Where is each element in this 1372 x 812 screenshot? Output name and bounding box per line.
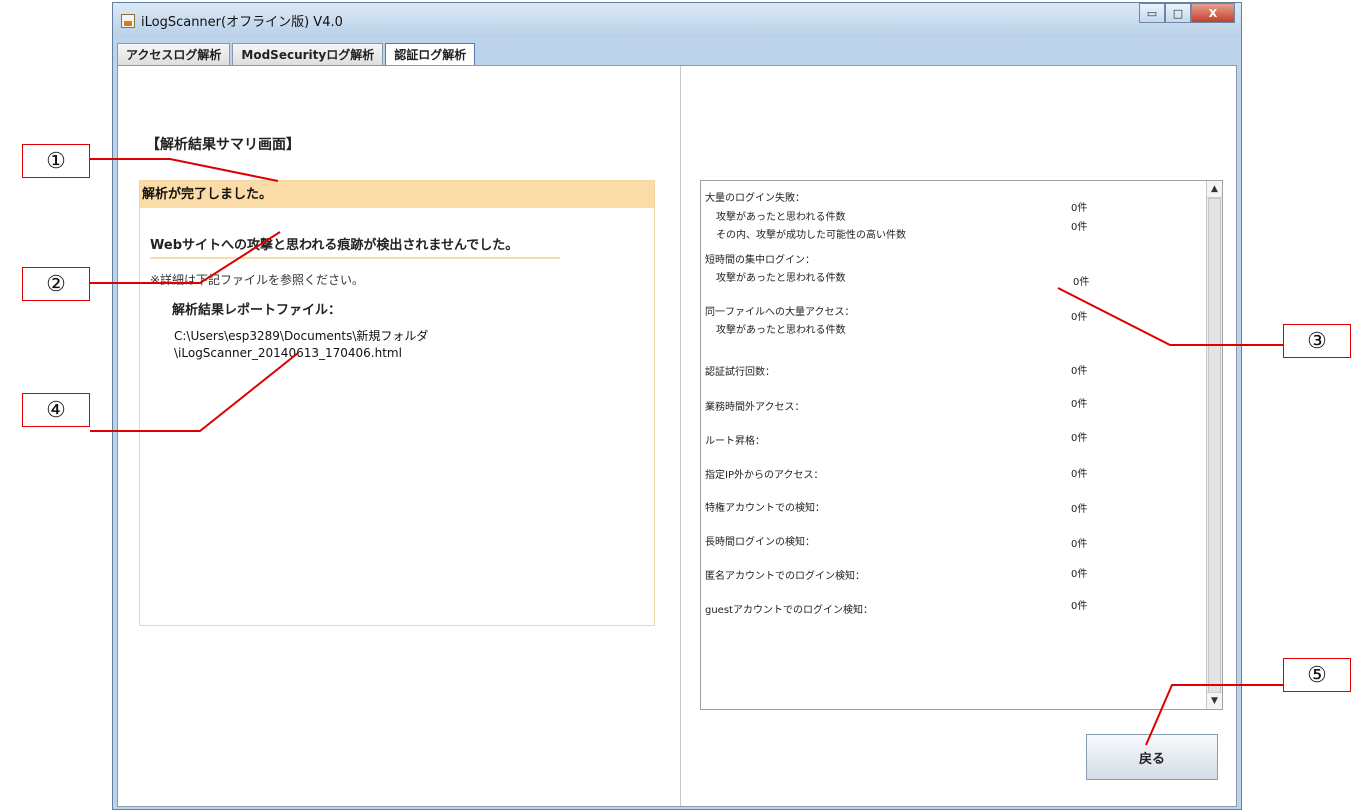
callout-1: ① <box>22 144 90 178</box>
result-panel: 解析が完了しました。 Webサイトへの攻撃と思われる痕跡が検出されませんでした。… <box>139 180 655 626</box>
tab-bar: アクセスログ解析 ModSecurityログ解析 認証ログ解析 <box>117 43 477 65</box>
report-file-path: C:\Users\esp3289\Documents\新規フォルダ \iLogS… <box>174 328 428 362</box>
minimize-button[interactable]: ▭ <box>1139 3 1165 23</box>
stat-long-login-label: 長時間ログインの検知： <box>705 537 815 548</box>
callout-4: ④ <box>22 393 90 427</box>
java-app-icon <box>121 14 135 28</box>
stat-burst-login-attack-label: 攻撃があったと思われる件数 <box>716 273 846 284</box>
status-header: 解析が完了しました。 <box>140 181 654 208</box>
report-path-line-2: \iLogScanner_20140613_170406.html <box>174 346 402 360</box>
callout-2: ② <box>22 267 90 301</box>
stat-mass-login-success-count: 0件 <box>1071 222 1088 233</box>
scroll-up-icon[interactable]: ▲ <box>1207 181 1222 198</box>
stat-mass-login-fail-label: 大量のログイン失敗： <box>705 193 805 204</box>
maximize-button[interactable]: □ <box>1165 3 1191 23</box>
stat-auth-attempts-label: 認証試行回数： <box>705 367 775 378</box>
stat-burst-login-label: 短時間の集中ログイン： <box>705 255 815 266</box>
vertical-scrollbar[interactable]: ▲ ▼ <box>1206 181 1222 709</box>
stat-privileged-account-label: 特権アカウントでの検知： <box>705 503 825 514</box>
result-message: Webサイトへの攻撃と思われる痕跡が検出されませんでした。 <box>150 238 519 253</box>
stat-non-designated-ip-label: 指定IP外からのアクセス： <box>705 470 824 481</box>
stat-off-hours-label: 業務時間外アクセス： <box>705 402 805 413</box>
stat-guest-login-label: guestアカウントでのログイン検知： <box>705 605 873 616</box>
window-title: iLogScanner(オフライン版) V4.0 <box>141 15 343 30</box>
callout-5: ⑤ <box>1283 658 1351 692</box>
stat-mass-login-attack-count: 0件 <box>1071 203 1088 214</box>
stat-anonymous-login-count: 0件 <box>1071 569 1088 580</box>
tab-auth-log[interactable]: 認証ログ解析 <box>385 43 476 65</box>
stat-same-file-count: 0件 <box>1071 312 1088 323</box>
back-button[interactable]: 戻る <box>1086 734 1218 780</box>
split-divider[interactable] <box>680 66 681 806</box>
report-path-line-1: C:\Users\esp3289\Documents\新規フォルダ <box>174 329 429 343</box>
stat-mass-login-success-label: その内、攻撃が成功した可能性の高い件数 <box>716 230 906 241</box>
stat-same-file-attack-label: 攻撃があったと思われる件数 <box>716 325 846 336</box>
stat-mass-login-attack-label: 攻撃があったと思われる件数 <box>716 212 846 223</box>
stat-anonymous-login-label: 匿名アカウントでのログイン検知： <box>705 571 865 582</box>
stat-non-designated-ip-count: 0件 <box>1071 469 1088 480</box>
close-button[interactable]: X <box>1191 3 1235 23</box>
scroll-thumb[interactable] <box>1208 198 1221 695</box>
tab-modsecurity-log[interactable]: ModSecurityログ解析 <box>232 43 384 65</box>
stat-root-escalation-label: ルート昇格： <box>705 436 765 447</box>
stat-auth-attempts-count: 0件 <box>1071 366 1088 377</box>
callout-3: ③ <box>1283 324 1351 358</box>
stat-burst-login-count: 0件 <box>1073 277 1090 288</box>
tab-access-log[interactable]: アクセスログ解析 <box>117 43 231 65</box>
stat-off-hours-count: 0件 <box>1071 399 1088 410</box>
stat-guest-login-count: 0件 <box>1071 601 1088 612</box>
report-file-label: 解析結果レポートファイル： <box>172 303 342 318</box>
message-underline <box>150 257 560 259</box>
stat-long-login-count: 0件 <box>1071 539 1088 550</box>
summary-heading: 【解析結果サマリ画面】 <box>146 137 300 153</box>
window-controls: ▭ □ X <box>1139 3 1235 25</box>
tab-content: 【解析結果サマリ画面】 解析が完了しました。 Webサイトへの攻撃と思われる痕跡… <box>117 65 1237 807</box>
stat-root-escalation-count: 0件 <box>1071 433 1088 444</box>
result-note: ※詳細は下記ファイルを参照ください。 <box>150 273 365 287</box>
scroll-down-icon[interactable]: ▼ <box>1207 692 1222 709</box>
stat-privileged-account-count: 0件 <box>1071 504 1088 515</box>
stat-same-file-label: 同一ファイルへの大量アクセス： <box>705 307 855 318</box>
title-bar[interactable]: iLogScanner(オフライン版) V4.0 ▭ □ X <box>113 3 1241 37</box>
stats-panel[interactable]: 大量のログイン失敗： 攻撃があったと思われる件数 0件 その内、攻撃が成功した可… <box>700 180 1223 710</box>
app-window: iLogScanner(オフライン版) V4.0 ▭ □ X アクセスログ解析 … <box>112 2 1242 810</box>
